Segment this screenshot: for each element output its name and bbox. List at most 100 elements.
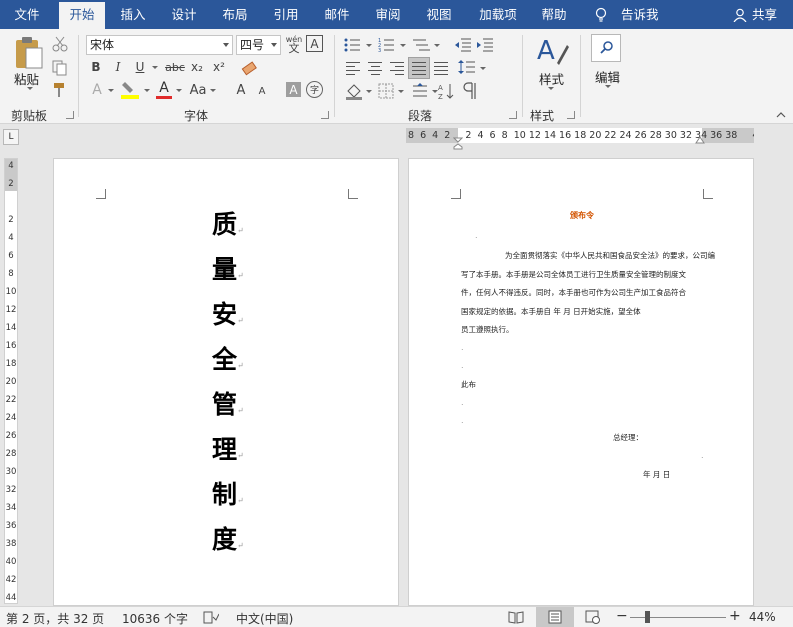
character-border-button[interactable]: A — [306, 35, 323, 52]
tab-file[interactable]: 文件 — [4, 0, 50, 29]
styles-dropdown-arrow[interactable] — [546, 87, 554, 90]
tab-insert[interactable]: 插入 — [112, 0, 154, 29]
tab-help[interactable]: 帮助 — [533, 0, 575, 29]
zoom-out-button[interactable]: − — [616, 608, 628, 624]
styles-icon[interactable]: A — [535, 35, 569, 67]
distributed-icon[interactable] — [434, 62, 448, 78]
tab-home[interactable]: 开始 — [59, 2, 105, 29]
shrink-font-button[interactable]: A — [256, 83, 268, 99]
vruler-number: 22 — [5, 395, 17, 405]
italic-button[interactable]: I — [110, 58, 126, 76]
borders-icon[interactable] — [378, 83, 394, 99]
clipboard-launcher-icon[interactable] — [66, 111, 74, 119]
superscript-button[interactable]: x² — [210, 58, 228, 76]
bullets-dropdown[interactable] — [364, 37, 372, 53]
web-layout-icon[interactable] — [585, 610, 601, 624]
paste-button[interactable]: 粘贴 — [14, 69, 39, 88]
editing-button[interactable]: 编辑 — [595, 67, 620, 86]
styles-button[interactable]: 样式 — [539, 69, 564, 88]
tab-review[interactable]: 审阅 — [367, 0, 409, 29]
font-color-dropdown[interactable] — [174, 81, 182, 99]
decrease-indent-icon[interactable] — [454, 37, 472, 53]
find-button[interactable] — [591, 34, 621, 62]
tab-addins[interactable]: 加载项 — [472, 0, 524, 29]
font-size-combo[interactable]: 四号 — [236, 35, 281, 55]
tab-view[interactable]: 视图 — [418, 0, 460, 29]
multilevel-list-icon[interactable] — [412, 37, 432, 53]
title-char-text: 度 — [212, 525, 238, 554]
bullets-icon[interactable] — [344, 37, 364, 53]
strikethrough-button[interactable]: abc — [164, 58, 186, 76]
read-mode-icon[interactable] — [508, 610, 524, 624]
font-name-combo[interactable]: 宋体 — [86, 35, 233, 55]
tab-selector[interactable]: L — [3, 129, 19, 145]
vertical-ruler[interactable]: 4 2 2 4 6 8 10 12 14 16 18 20 22 24 26 28 30 32 34 36 38 40 42… — [4, 158, 18, 604]
text-effects-dropdown[interactable] — [106, 81, 114, 99]
multilevel-dropdown[interactable] — [432, 37, 440, 53]
page-1[interactable]: 质↵ 量↵ 安↵ 全↵ 管↵ 理↵ 制↵ 度↵ — [53, 158, 399, 606]
styles-launcher-icon[interactable] — [567, 111, 575, 119]
shading-icon[interactable] — [345, 82, 363, 100]
tab-mailings[interactable]: 邮件 — [316, 0, 358, 29]
align-right-icon[interactable] — [390, 62, 404, 78]
proofing-icon[interactable] — [203, 611, 219, 624]
highlight-icon[interactable] — [120, 80, 140, 100]
paste-dropdown-arrow[interactable] — [25, 87, 33, 90]
justify-button[interactable] — [408, 57, 430, 79]
bold-button[interactable]: B — [88, 58, 104, 76]
editing-dropdown-arrow[interactable] — [603, 85, 611, 88]
paste-icon[interactable] — [13, 36, 43, 70]
font-color-button[interactable]: A — [156, 79, 172, 97]
grow-font-button[interactable]: A — [234, 81, 248, 99]
text-effects-button[interactable]: A — [88, 81, 106, 99]
zoom-in-button[interactable]: + — [729, 608, 741, 624]
paragraph-mark: ↵ — [237, 271, 244, 280]
change-case-button[interactable]: Aa — [188, 81, 208, 99]
enclose-characters-button[interactable]: 字 — [306, 81, 323, 98]
chinese-layout-icon[interactable] — [411, 82, 429, 100]
shading-dropdown[interactable] — [364, 83, 372, 99]
show-marks-icon[interactable] — [462, 82, 478, 100]
title-char: 量↵ — [212, 250, 244, 286]
align-center-icon[interactable] — [368, 62, 382, 78]
zoom-level[interactable]: 44% — [749, 610, 776, 624]
line-spacing-icon[interactable] — [458, 59, 476, 75]
paragraph-launcher-icon[interactable] — [509, 111, 517, 119]
share-button[interactable]: 共享 — [752, 0, 777, 29]
numbering-dropdown[interactable] — [398, 37, 406, 53]
tab-design[interactable]: 设计 — [163, 0, 205, 29]
indent-marker-icon[interactable] — [453, 137, 463, 150]
right-indent-marker-icon[interactable] — [695, 136, 705, 144]
tab-layout[interactable]: 布局 — [214, 0, 256, 29]
clear-formatting-icon[interactable] — [240, 59, 258, 77]
copy-icon[interactable] — [52, 60, 68, 76]
numbering-icon[interactable]: 123 — [378, 37, 398, 53]
vruler-number: 34 — [5, 503, 17, 513]
page-count[interactable]: 第 2 页，共 32 页 — [6, 610, 104, 627]
svg-text:Z: Z — [438, 93, 443, 100]
print-layout-button[interactable] — [536, 607, 574, 627]
paragraph-mark: ↵ — [237, 451, 244, 460]
collapse-ribbon-icon[interactable] — [776, 111, 786, 119]
cut-icon[interactable] — [52, 36, 68, 52]
line-spacing-dropdown[interactable] — [478, 60, 486, 76]
character-shading-button[interactable]: A — [286, 82, 301, 97]
align-left-icon[interactable] — [346, 62, 360, 78]
highlight-dropdown[interactable] — [142, 81, 150, 99]
language-indicator[interactable]: 中文(中国) — [236, 610, 293, 627]
increase-indent-icon[interactable] — [476, 37, 494, 53]
page-2[interactable]: . 颁布令 为全面贯彻落实《中华人民共和国食品安全法》的要求，公司编 写了本手册… — [408, 158, 754, 606]
subscript-button[interactable]: x₂ — [188, 58, 206, 76]
tell-me-search[interactable]: 告诉我 — [621, 0, 659, 29]
word-count[interactable]: 10636 个字 — [122, 610, 188, 627]
font-launcher-icon[interactable] — [321, 111, 329, 119]
underline-dropdown[interactable] — [150, 58, 158, 76]
tab-references[interactable]: 引用 — [265, 0, 307, 29]
phonetic-guide-button[interactable]: wén 文 — [284, 33, 304, 55]
format-painter-icon[interactable] — [52, 82, 68, 98]
change-case-dropdown[interactable] — [208, 81, 216, 99]
zoom-slider-thumb[interactable] — [645, 611, 650, 623]
borders-dropdown[interactable] — [396, 83, 404, 99]
underline-button[interactable]: U — [132, 58, 148, 76]
sort-icon[interactable]: AZ — [437, 82, 455, 100]
